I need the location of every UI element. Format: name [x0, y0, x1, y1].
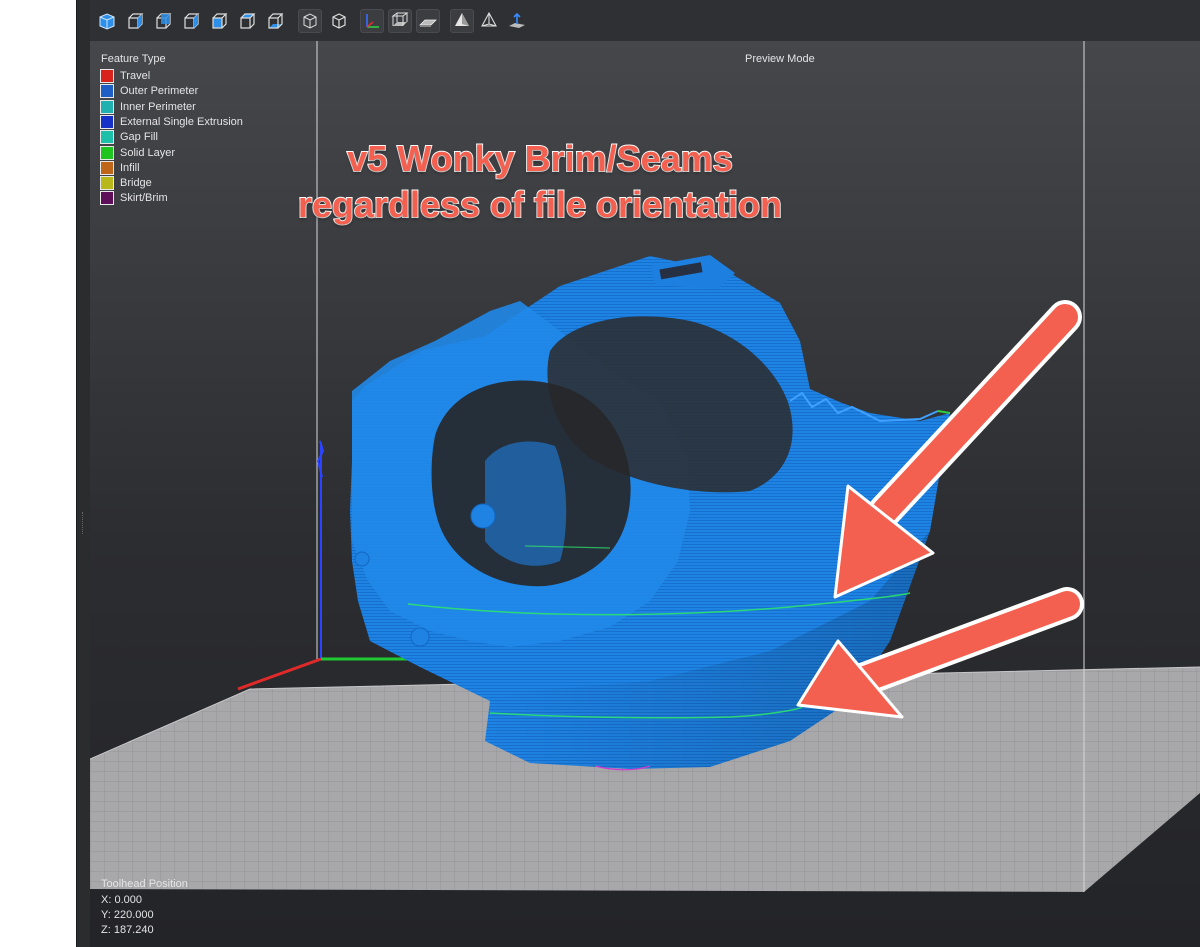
- view-left-icon[interactable]: [180, 10, 202, 32]
- travel-lines-icon[interactable]: [506, 10, 528, 32]
- legend-title: Feature Type: [101, 53, 166, 65]
- legend-label: Outer Perimeter: [120, 85, 199, 98]
- legend-label: Skirt/Brim: [120, 192, 168, 205]
- legend-item: Inner Perimeter: [100, 99, 196, 114]
- bed-toggle-icon[interactable]: [416, 9, 440, 33]
- annotation-line-1: v5 Wonky Brim/Seams: [346, 137, 734, 180]
- app-window: Feature Type Travel Outer Perimeter Inner …: [0, 0, 1200, 947]
- legend-label: Gap Fill: [120, 131, 158, 144]
- legend-item: Outer Perimeter: [100, 84, 199, 99]
- legend-item: Skirt/Brim: [100, 191, 168, 206]
- legend-swatch: [100, 84, 114, 99]
- preview-mode-label: Preview Mode: [745, 53, 815, 65]
- panel-splitter[interactable]: [76, 0, 91, 947]
- toolhead-x-value: X: 0.000: [101, 894, 142, 906]
- legend-swatch: [100, 99, 114, 114]
- toolhead-y-value: Y: 220.000: [101, 909, 154, 921]
- legend-item: Travel: [100, 69, 150, 83]
- legend-label: Bridge: [120, 177, 152, 190]
- left-panel: [0, 0, 76, 947]
- axes-toggle-icon[interactable]: [360, 9, 384, 33]
- view-back-icon[interactable]: [152, 10, 174, 32]
- orthographic-icon[interactable]: [328, 10, 350, 32]
- solid-view-icon[interactable]: [450, 9, 474, 33]
- legend-swatch: [100, 130, 114, 145]
- legend-swatch: [100, 160, 114, 175]
- legend-swatch: [100, 191, 114, 206]
- annotation-text: v5 Wonky Brim/Seams regardless of file o…: [200, 136, 880, 228]
- view-right-icon[interactable]: [208, 10, 230, 32]
- legend-label: Inner Perimeter: [120, 100, 196, 113]
- view-bottom-icon[interactable]: [264, 10, 286, 32]
- view-front-icon[interactable]: [124, 10, 146, 32]
- legend-swatch: [100, 114, 114, 129]
- legend-item: Gap Fill: [100, 130, 158, 145]
- legend-swatch: [100, 69, 114, 83]
- toolhead-z-value: Z: 187.240: [101, 924, 154, 936]
- build-volume-toggle-icon[interactable]: [388, 9, 412, 33]
- legend-item: Solid Layer: [100, 145, 176, 160]
- 3d-preview-viewport[interactable]: Feature Type Travel Outer Perimeter Inner …: [90, 41, 1200, 947]
- legend-label: Solid Layer: [120, 146, 176, 159]
- legend-label: Travel: [120, 70, 151, 82]
- legend-label: External Single Extrusion: [120, 115, 243, 128]
- annotation-line-2: regardless of file orientation: [297, 183, 783, 226]
- view-top-icon[interactable]: [236, 10, 258, 32]
- toolhead-position-title: Toolhead Position: [101, 878, 188, 890]
- splitter-grip[interactable]: [82, 512, 85, 534]
- legend-swatch: [100, 176, 114, 191]
- perspective-icon[interactable]: [298, 9, 322, 33]
- legend-item: External Single Extrusion: [100, 114, 243, 129]
- view-toolbar: [90, 0, 1200, 42]
- legend-item: Bridge: [100, 176, 152, 191]
- legend-item: Infill: [100, 160, 140, 175]
- legend-label: Infill: [120, 161, 140, 174]
- legend-swatch: [100, 145, 114, 160]
- wireframe-view-icon[interactable]: [478, 10, 500, 32]
- view-iso-icon[interactable]: [96, 10, 118, 32]
